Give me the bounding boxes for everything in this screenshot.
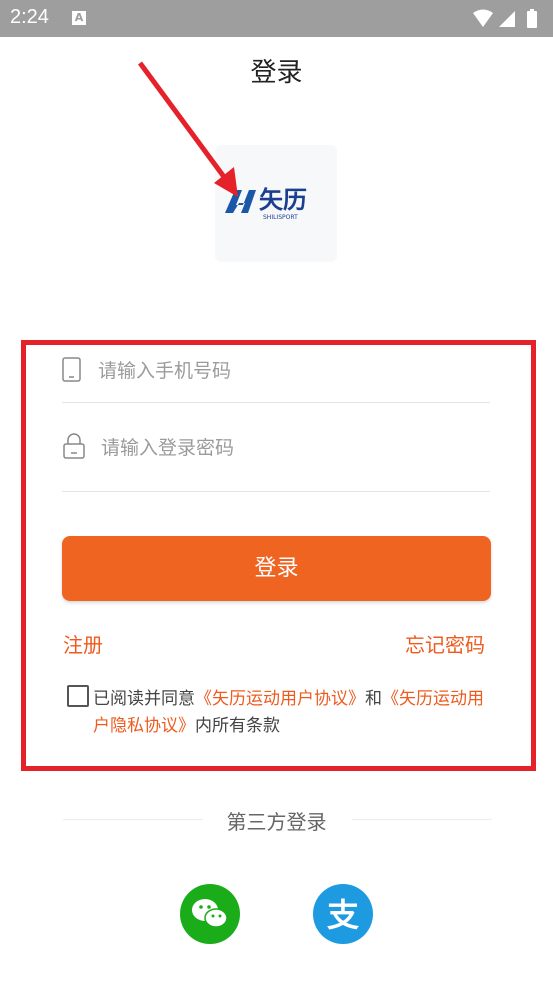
annotation-arrow-icon xyxy=(137,61,238,197)
phone-underline xyxy=(62,402,490,403)
agreement-checkbox[interactable] xyxy=(67,685,89,707)
svg-text:支: 支 xyxy=(327,896,359,934)
wechat-login-button[interactable] xyxy=(180,884,240,944)
phone-icon xyxy=(62,357,82,387)
logo-brand-text: 矢历 xyxy=(259,186,307,214)
agreement-suffix: 内所有条款 xyxy=(195,716,280,736)
agreement-and: 和 xyxy=(365,689,382,709)
wifi-icon xyxy=(473,9,493,27)
status-icons xyxy=(471,8,541,34)
password-underline xyxy=(62,491,490,492)
wechat-icon xyxy=(192,899,228,928)
login-button[interactable]: 登录 xyxy=(62,536,491,601)
agreement-prefix: 已阅读并同意 xyxy=(93,689,195,709)
phone-input[interactable] xyxy=(98,357,478,385)
register-link[interactable]: 注册 xyxy=(63,629,103,658)
password-input[interactable] xyxy=(101,434,481,462)
battery-icon xyxy=(527,11,537,28)
user-agreement-link[interactable]: 《矢历运动用户协议》 xyxy=(195,689,365,709)
third-party-label: 第三方登录 xyxy=(226,810,327,834)
logo-sub-text: SHILISPORT xyxy=(263,214,298,221)
page-title: 登录 xyxy=(250,58,303,88)
status-time: 2:24 xyxy=(10,6,49,28)
alipay-login-button[interactable]: 支 xyxy=(313,884,373,944)
lock-icon xyxy=(62,432,86,464)
status-bar: 2:24 A xyxy=(0,0,553,37)
alipay-icon: 支 xyxy=(327,896,359,934)
signal-icon xyxy=(499,11,515,27)
forgot-password-link[interactable]: 忘记密码 xyxy=(405,629,485,658)
agreement-text: 已阅读并同意《矢历运动用户协议》和《矢历运动用户隐私协议》内所有条款 xyxy=(93,686,493,740)
notification-icon: A xyxy=(72,11,86,25)
